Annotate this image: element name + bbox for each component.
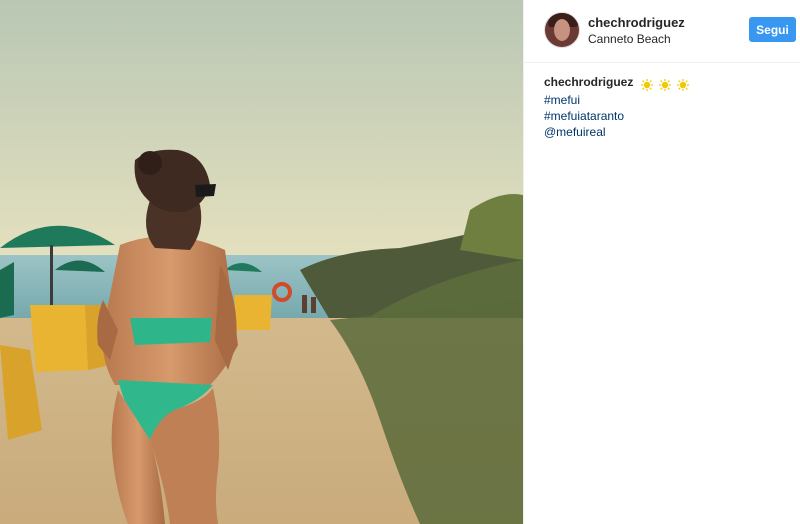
post-location-link[interactable]: Canneto Beach (588, 32, 671, 46)
post-header: chechrodriguez Canneto Beach Segui (524, 0, 800, 63)
sun-icon (677, 78, 690, 91)
sun-icon (640, 78, 653, 91)
mention-link[interactable]: @mefuireal (544, 124, 784, 140)
follow-button[interactable]: Segui (749, 17, 796, 42)
avatar[interactable] (544, 12, 580, 48)
avatar-face (554, 19, 570, 41)
hashtag-link[interactable]: #mefui (544, 92, 784, 108)
post-photo[interactable] (0, 0, 523, 524)
caption-username-link[interactable]: chechrodriguez (544, 75, 633, 89)
sun-icon (659, 78, 672, 91)
post-caption: chechrodriguez #mefui #mefuiataranto @me… (544, 74, 784, 140)
post-side-panel: chechrodriguez Canneto Beach Segui chech… (524, 0, 800, 524)
sun-emoji-group (640, 76, 693, 92)
hashtag-link[interactable]: #mefuiataranto (544, 108, 784, 124)
post-username-link[interactable]: chechrodriguez (588, 15, 685, 30)
